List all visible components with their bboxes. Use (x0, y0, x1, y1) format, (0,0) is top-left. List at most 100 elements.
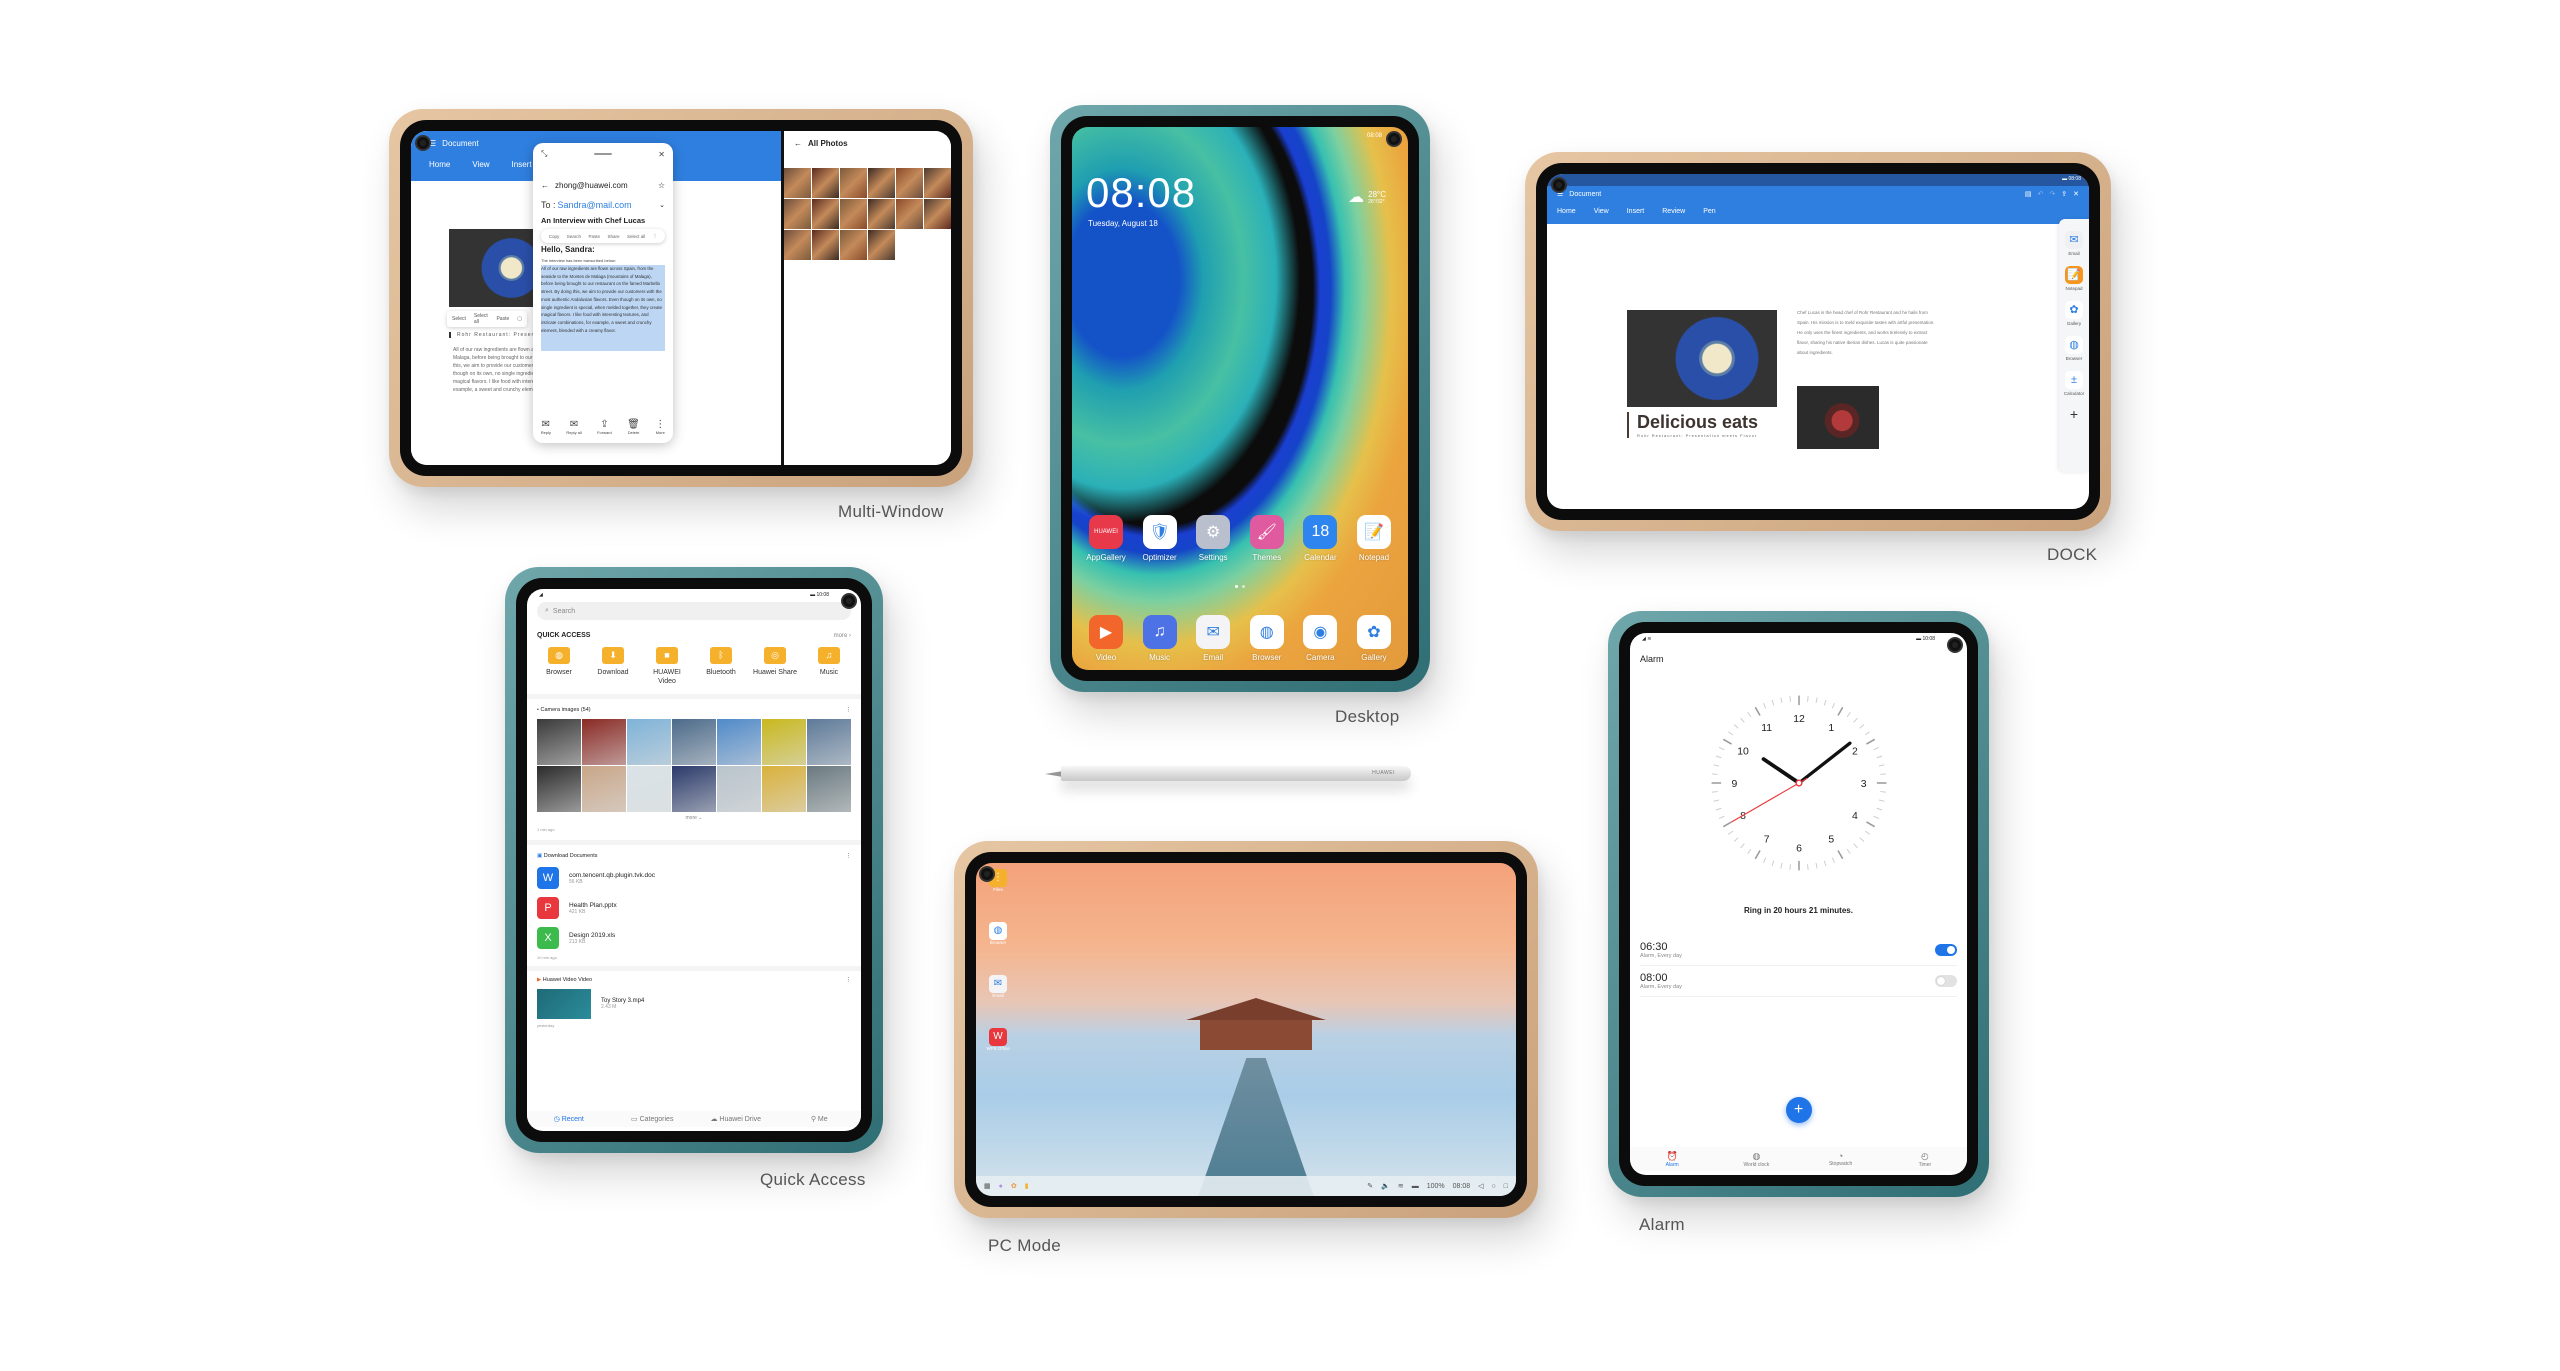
camera-photo[interactable] (717, 766, 761, 812)
add-dock-app-button[interactable]: + (2059, 406, 2089, 422)
add-alarm-button[interactable]: + (1785, 1097, 1812, 1123)
close-icon[interactable]: ✕ (658, 150, 665, 159)
photo-thumbnail[interactable] (896, 168, 923, 198)
tab-world-clock[interactable]: ◍ World clock (1714, 1151, 1798, 1168)
dock-app-email[interactable]: ✉ Email (2059, 231, 2089, 256)
camera-photo[interactable] (627, 719, 671, 765)
tab-timer[interactable]: ◴ Timer (1883, 1151, 1967, 1168)
share-icon[interactable]: ⇪ (2061, 190, 2067, 198)
tab-pen[interactable]: Pen (1703, 208, 1715, 215)
alarm-toggle[interactable] (1935, 944, 1957, 956)
reply-button[interactable]: ✉ Reply (541, 419, 551, 435)
dock-app-gallery[interactable]: ✿ Gallery (2059, 301, 2089, 326)
more-vert-icon[interactable]: ⋮ (846, 853, 852, 859)
document-item[interactable]: P Health Plan.pptx 421 KB (537, 897, 851, 919)
resize-icon[interactable]: ⤡ (541, 149, 547, 159)
reply-all-button[interactable]: ✉ Reply all (566, 419, 581, 435)
menu-select-all[interactable]: Select all (627, 234, 645, 239)
camera-photo[interactable] (582, 766, 626, 812)
more-vert-icon[interactable]: ⋮ (846, 977, 852, 983)
tab-insert[interactable]: Insert (512, 160, 532, 169)
wifi-icon[interactable]: ≋ (1398, 1182, 1404, 1190)
undo-icon[interactable]: ↶ (2038, 190, 2044, 198)
tab-alarm[interactable]: ⏰ Alarm (1630, 1151, 1714, 1168)
tab-categories[interactable]: ▭ Categories (611, 1115, 695, 1123)
photo-thumbnail[interactable] (840, 168, 867, 198)
save-icon[interactable]: ▤ (2025, 190, 2032, 198)
document-item[interactable]: X Design 2019.xls 213 KB (537, 927, 851, 949)
search-input[interactable]: ⌕ Search (537, 602, 851, 620)
photo-thumbnail[interactable] (812, 230, 839, 260)
menu-search[interactable]: Search (567, 234, 581, 239)
app-notepad[interactable]: 📝 Notepad (1348, 515, 1400, 562)
files-icon[interactable]: ▮ (1025, 1182, 1029, 1190)
camera-photo[interactable] (807, 766, 851, 812)
dock-app-browser[interactable]: ◍ Browser (2059, 336, 2089, 361)
email-floating-window[interactable]: ⤡ ✕ ← zhong@huawei.com ☆ To : Sandra@mai… (533, 143, 673, 443)
camera-photo[interactable] (627, 766, 671, 812)
more-vert-icon[interactable]: ⋮ (846, 707, 852, 713)
email-selected-text[interactable]: All of our raw ingredients are flown acr… (541, 265, 665, 351)
camera-photo[interactable] (672, 766, 716, 812)
tab-home[interactable]: Home (429, 160, 450, 169)
delete-button[interactable]: 🗑 Delete (627, 419, 640, 435)
camera-more-link[interactable]: more ⌄ (537, 815, 851, 821)
app-settings[interactable]: ⚙ Settings (1187, 515, 1239, 562)
camera-photo[interactable] (762, 766, 806, 812)
photo-thumbnail[interactable] (868, 168, 895, 198)
photo-thumbnail[interactable] (924, 199, 951, 229)
redo-icon[interactable]: ↷ (2049, 190, 2055, 198)
tab-view[interactable]: View (1594, 208, 1609, 215)
app-email[interactable]: ✉ Email (1187, 615, 1239, 662)
app-themes[interactable]: 🖌 Themes (1241, 515, 1293, 562)
chevron-down-icon[interactable]: ⌄ (659, 201, 665, 209)
back-arrow-icon[interactable]: ← (794, 139, 802, 148)
forward-button[interactable]: ⇪ Forward (597, 419, 612, 435)
volume-icon[interactable]: 🔈 (1381, 1182, 1390, 1190)
app-music[interactable]: ♫ Music (1134, 615, 1186, 662)
drag-handle[interactable] (593, 153, 612, 155)
camera-photo[interactable] (537, 766, 581, 812)
recents-nav-icon[interactable]: □ (1504, 1183, 1508, 1190)
photo-thumbnail[interactable] (868, 230, 895, 260)
app-optimizer[interactable]: 🛡 Optimizer (1134, 515, 1186, 562)
video-item[interactable]: Toy Story 3.mp4 2.43 M (537, 989, 851, 1019)
back-arrow-icon[interactable]: ← (541, 181, 549, 190)
camera-photo[interactable] (672, 719, 716, 765)
tab-stopwatch[interactable]: ◔ Stopwatch (1799, 1151, 1883, 1167)
pen-icon[interactable]: ✎ (1367, 1182, 1373, 1190)
more-link[interactable]: more › (834, 633, 851, 639)
tab-recent[interactable]: ◷ Recent (527, 1115, 611, 1123)
app-video[interactable]: ▶ Video (1080, 615, 1132, 662)
menu-icon[interactable]: ☰ (1557, 190, 1563, 198)
camera-photo[interactable] (537, 719, 581, 765)
tab-view[interactable]: View (472, 160, 489, 169)
clipboard-icon[interactable]: ▢ (517, 316, 522, 322)
context-select[interactable]: Select (452, 316, 466, 322)
email-to[interactable]: Sandra@mail.com (558, 200, 658, 210)
app-calendar[interactable]: 18 Calendar (1294, 515, 1346, 562)
weather-widget[interactable]: ☁ 28°C 26°/32° (1348, 187, 1386, 207)
tab-review[interactable]: Review (1662, 208, 1685, 215)
quick-access-music[interactable]: ♫ Music (807, 647, 851, 686)
dock-app-calculator[interactable]: ± Calculator (2059, 371, 2089, 396)
desktop-icon-browser[interactable]: ◍ Browser (986, 922, 1010, 945)
photo-thumbnail[interactable] (784, 199, 811, 229)
photo-thumbnail[interactable] (812, 168, 839, 198)
tab-insert[interactable]: Insert (1627, 208, 1645, 215)
menu-paste[interactable]: Paste (588, 234, 600, 239)
app-launcher-icon[interactable]: ▦ (984, 1182, 991, 1190)
tab-home[interactable]: Home (1557, 208, 1576, 215)
photo-thumbnail[interactable] (840, 230, 867, 260)
photo-thumbnail[interactable] (868, 199, 895, 229)
context-select-all[interactable]: Select all (474, 313, 489, 325)
camera-photo[interactable] (717, 719, 761, 765)
photo-thumbnail[interactable] (784, 168, 811, 198)
photo-thumbnail[interactable] (896, 199, 923, 229)
taskbar-time[interactable]: 08:08 (1453, 1183, 1471, 1190)
camera-photo[interactable] (807, 719, 851, 765)
app-appgallery[interactable]: HUAWEI AppGallery (1080, 515, 1132, 562)
tab-me[interactable]: ⚲ Me (778, 1115, 862, 1123)
app-browser[interactable]: ◍ Browser (1241, 615, 1293, 662)
alarm-toggle[interactable] (1935, 975, 1957, 987)
